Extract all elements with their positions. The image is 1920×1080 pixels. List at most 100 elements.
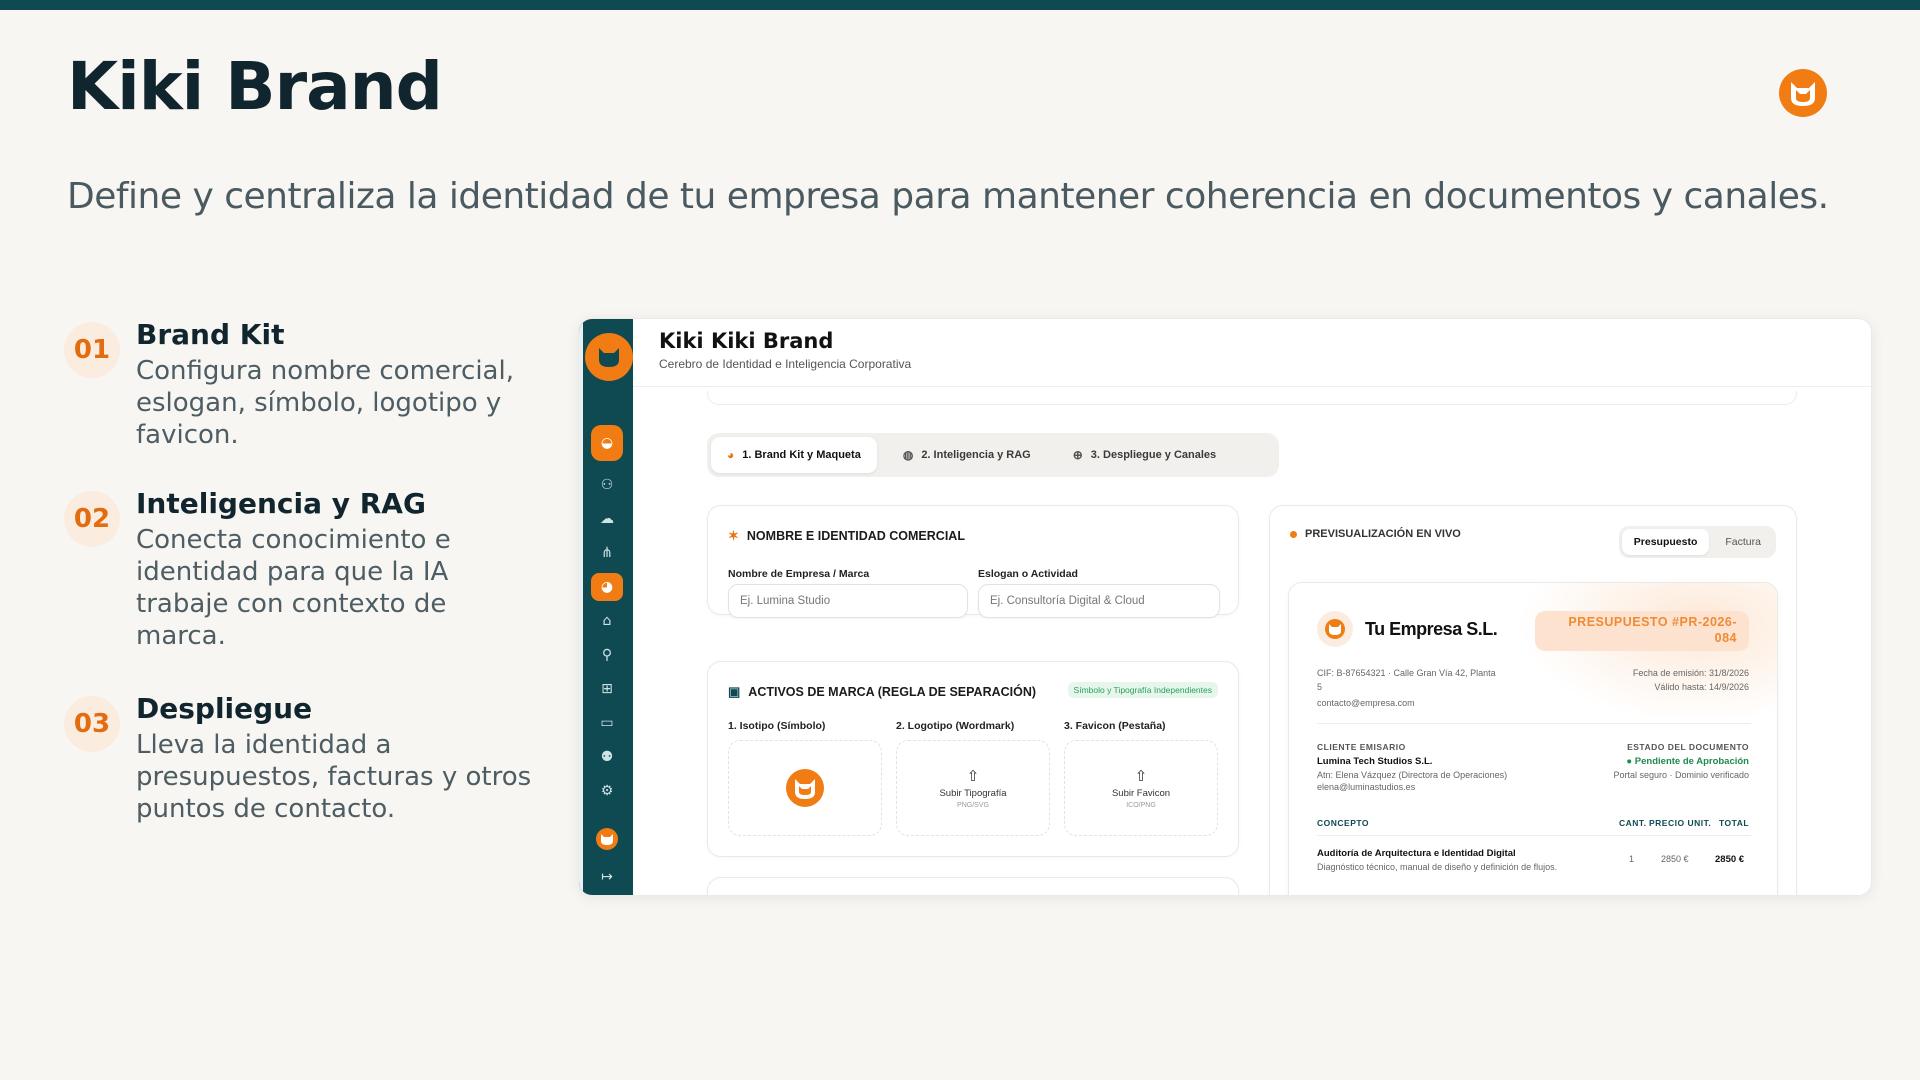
cat-logo-icon — [1778, 68, 1828, 118]
upload-label: Subir Tipografía — [939, 788, 1007, 799]
network-icon[interactable]: ⋔ — [591, 539, 623, 567]
col-qty: CANT. — [1619, 818, 1647, 828]
toggle-presupuesto[interactable]: Presupuesto — [1621, 529, 1710, 555]
slogan-input[interactable]: Ej. Consultoría Digital & Cloud — [978, 584, 1220, 618]
tab-label: 1. Brand Kit y Maqueta — [742, 449, 861, 461]
palette-icon: ◕ — [727, 448, 735, 462]
upload-formats: PNG/SVG — [957, 802, 989, 809]
divider — [1317, 835, 1751, 836]
col-concept: CONCEPTO — [1317, 818, 1370, 828]
tab-label: 2. Inteligencia y RAG — [921, 449, 1031, 461]
palette-icon[interactable]: ◕ — [591, 573, 623, 601]
company-email: contacto@empresa.com — [1317, 698, 1415, 708]
document-type-toggle: Presupuesto Factura — [1618, 526, 1776, 558]
panel-title-text: NOMBRE E IDENTIDAD COMERCIAL — [746, 529, 965, 543]
feature-description: Lleva la identidad a presupuestos, factu… — [136, 730, 532, 824]
image-icon: ▣ — [728, 684, 741, 699]
profile-icon[interactable] — [591, 825, 623, 853]
client-name: Lumina Tech Studios S.L. — [1317, 756, 1433, 767]
slogan-label: Eslogan o Actividad — [978, 568, 1078, 580]
tab-label: 3. Despliegue y Canales — [1090, 449, 1217, 461]
feature-item: 02 Inteligencia y RAG Conecta conocimien… — [64, 487, 544, 652]
preview-company-name: Tu Empresa S.L. — [1365, 619, 1498, 639]
panel-title: PREVISUALIZACIÓN EN VIVO — [1290, 528, 1461, 540]
widgets-icon[interactable]: ⊞ — [591, 675, 623, 703]
sparkle-icon: ✶ — [728, 528, 739, 543]
feature-description: Conecta conocimiento e identidad para qu… — [136, 525, 451, 651]
cloud-icon[interactable]: ☁ — [591, 505, 623, 533]
top-accent-bar — [0, 0, 1920, 10]
client-email: elena@luminastudios.es — [1317, 782, 1416, 792]
next-panel — [707, 877, 1239, 895]
brain-icon: ◍ — [902, 448, 914, 462]
feature-list: 01 Brand Kit Configura nombre comercial,… — [64, 318, 544, 861]
feature-title: Despliegue — [136, 692, 313, 725]
logout-icon[interactable]: ↦ — [591, 863, 623, 891]
client-caption: CLIENTE EMISARIO — [1317, 742, 1406, 752]
app-sidebar: ◒ ⚇ ☁ ⋔ ◕ ⌂ ⚲ ⊞ ▭ ⚉ ⚙ ↦ — [579, 319, 633, 895]
logotipo-dropzone[interactable]: ⇧ Subir Tipografía PNG/SVG — [896, 740, 1050, 836]
issue-date: Fecha de emisión: 31/8/2026 — [1632, 668, 1749, 678]
assets-panel: ▣ ACTIVOS DE MARCA (REGLA DE SEPARACIÓN)… — [707, 661, 1239, 857]
tab-bar: ◕ 1. Brand Kit y Maqueta ◍ 2. Inteligenc… — [707, 433, 1279, 477]
upload-icon: ⇧ — [1134, 767, 1148, 785]
company-name-input[interactable]: Ej. Lumina Studio — [728, 584, 968, 618]
decorative-glow — [1517, 583, 1777, 723]
panel-title: ▣ ACTIVOS DE MARCA (REGLA DE SEPARACIÓN) — [728, 684, 1036, 700]
document-preview: Tu Empresa S.L. PRESUPUESTO #PR-2026- 08… — [1288, 582, 1778, 895]
feature-title: Inteligencia y RAG — [136, 487, 426, 520]
user-search-icon[interactable]: ⚲ — [591, 641, 623, 669]
badge-line: PRESUPUESTO #PR-2026- — [1568, 615, 1737, 629]
home-icon[interactable]: ⌂ — [591, 607, 623, 635]
user-settings-icon[interactable]: ⚉ — [591, 743, 623, 771]
item-total: 2850 € — [1715, 854, 1745, 865]
divider — [1317, 723, 1751, 724]
users-icon[interactable]: ⚇ — [591, 471, 623, 499]
separation-badge: Símbolo y Tipografía Independientes — [1067, 682, 1218, 698]
feature-description: Configura nombre comercial, eslogan, sím… — [136, 356, 514, 450]
tab-inteligencia[interactable]: ◍ 2. Inteligencia y RAG — [887, 437, 1047, 473]
status-value: Pendiente de Aprobación — [1634, 756, 1749, 767]
tab-despliegue[interactable]: ⊕ 3. Despliegue y Canales — [1057, 437, 1232, 473]
feature-item: 01 Brand Kit Configura nombre comercial,… — [64, 318, 544, 451]
document-number-badge: PRESUPUESTO #PR-2026- 084 — [1535, 611, 1749, 651]
app-screenshot: ◒ ⚇ ☁ ⋔ ◕ ⌂ ⚲ ⊞ ▭ ⚉ ⚙ ↦ Kiki Kiki Brand … — [578, 318, 1872, 896]
identity-panel: ✶ NOMBRE E IDENTIDAD COMERCIAL Nombre de… — [707, 505, 1239, 618]
preview-panel: PREVISUALIZACIÓN EN VIVO Presupuesto Fac… — [1269, 505, 1797, 895]
isotipo-dropzone[interactable] — [728, 740, 882, 836]
panel-title-text: PREVISUALIZACIÓN EN VIVO — [1305, 528, 1461, 540]
brand-icon[interactable]: ◒ — [591, 425, 623, 461]
col-price: PRECIO UNIT. — [1649, 818, 1712, 828]
badge-line: 084 — [1714, 631, 1737, 645]
feature-number: 03 — [64, 696, 120, 752]
company-cif: CIF: B-87654321 · Calle Gran Vía 42, Pla… — [1317, 668, 1496, 678]
feature-title: Brand Kit — [136, 318, 285, 351]
cat-logo-icon — [1317, 611, 1353, 647]
favicon-dropzone[interactable]: ⇧ Subir Favicon ICO/PNG — [1064, 740, 1218, 836]
panel-title-text: ACTIVOS DE MARCA (REGLA DE SEPARACIÓN) — [748, 685, 1037, 699]
upload-icon: ⇧ — [966, 767, 980, 785]
toggle-factura[interactable]: Factura — [1713, 529, 1773, 555]
favicon-label: 3. Favicon (Pestaña) — [1064, 720, 1166, 732]
upload-formats: ICO/PNG — [1126, 802, 1156, 809]
collapsed-panel — [707, 391, 1797, 405]
slide-subtitle: Define y centraliza la identidad de tu e… — [67, 176, 1829, 217]
settings-icon[interactable]: ⚙ — [591, 777, 623, 805]
feature-number: 01 — [64, 322, 120, 378]
cat-logo-icon — [786, 769, 824, 807]
status-sub: Portal seguro · Dominio verificado — [1613, 770, 1749, 780]
panel-title: ✶ NOMBRE E IDENTIDAD COMERCIAL — [728, 528, 965, 544]
company-cif-cont: 5 — [1317, 682, 1323, 692]
status-caption: ESTADO DEL DOCUMENTO — [1627, 742, 1749, 752]
app-header: Kiki Kiki Brand Cerebro de Identidad e I… — [633, 319, 1871, 387]
upload-label: Subir Favicon — [1111, 788, 1171, 799]
isotipo-label: 1. Isotipo (Símbolo) — [728, 720, 826, 732]
feature-item: 03 Despliegue Lleva la identidad a presu… — [64, 692, 544, 825]
card-icon[interactable]: ▭ — [591, 709, 623, 737]
valid-until: Válido hasta: 14/9/2026 — [1654, 682, 1749, 692]
tab-brand-kit[interactable]: ◕ 1. Brand Kit y Maqueta — [711, 437, 877, 473]
slide-title: Kiki Brand — [67, 48, 443, 125]
cat-logo-icon[interactable] — [585, 333, 633, 381]
item-title: Auditoría de Arquitectura e Identidad Di… — [1317, 848, 1516, 859]
live-dot-icon — [1290, 530, 1297, 538]
